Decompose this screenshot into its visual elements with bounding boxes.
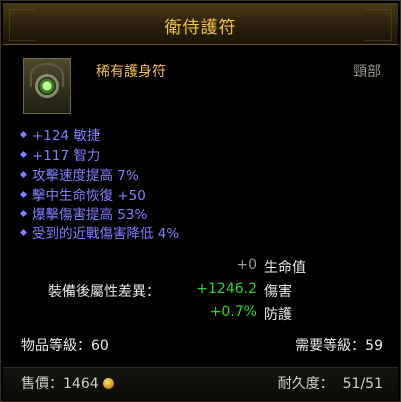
durability-value: 51/51 — [342, 376, 383, 392]
compare-value-toughness: +0.7% — [209, 304, 257, 320]
bullet-diamond-icon — [19, 130, 28, 138]
bullet-diamond-icon — [19, 209, 28, 217]
sell-price: 售價：1464 — [21, 373, 114, 393]
affix-line: 攻擊速度提高 7% — [19, 164, 139, 184]
bullet-diamond-icon — [19, 170, 28, 178]
affix-line: 擊中生命恢復 +50 — [19, 184, 146, 204]
item-tooltip: 衛侍護符 稀有護身符 頸部 +124 敏捷 +117 智力 攻擊速度提高 7% … — [0, 0, 401, 402]
affix-line: +117 智力 — [19, 144, 100, 164]
affix-line: 爆擊傷害提高 53% — [19, 203, 147, 223]
item-rarity-type: 稀有護身符 — [96, 64, 166, 80]
compare-stat-toughness: 防護 — [264, 307, 292, 323]
compare-label: 裝備後屬性差異： — [48, 284, 160, 300]
item-slot: 頸部 — [353, 64, 381, 80]
durability: 耐久度： 51/51 — [277, 376, 383, 392]
compare-stat-life: 生命值 — [264, 260, 306, 276]
compare-value-damage: +1246.2 — [196, 281, 257, 297]
bullet-diamond-icon — [19, 150, 28, 158]
required-level: 需要等級：59 — [295, 338, 383, 354]
bullet-diamond-icon — [19, 228, 28, 236]
affix-line: 受到的近戰傷害降低 4% — [19, 222, 179, 242]
compare-stat-damage: 傷害 — [264, 284, 292, 300]
affix-line: +124 敏捷 — [19, 124, 100, 144]
compare-value-life: +0 — [236, 257, 257, 273]
amulet-icon — [23, 58, 71, 114]
gold-coin-icon — [102, 377, 114, 389]
title-bar: 衛侍護符 — [3, 3, 398, 45]
item-title: 衛侍護符 — [164, 18, 237, 38]
item-level: 物品等級：60 — [21, 338, 109, 354]
amulet-gem — [35, 74, 59, 98]
bullet-diamond-icon — [19, 190, 28, 198]
